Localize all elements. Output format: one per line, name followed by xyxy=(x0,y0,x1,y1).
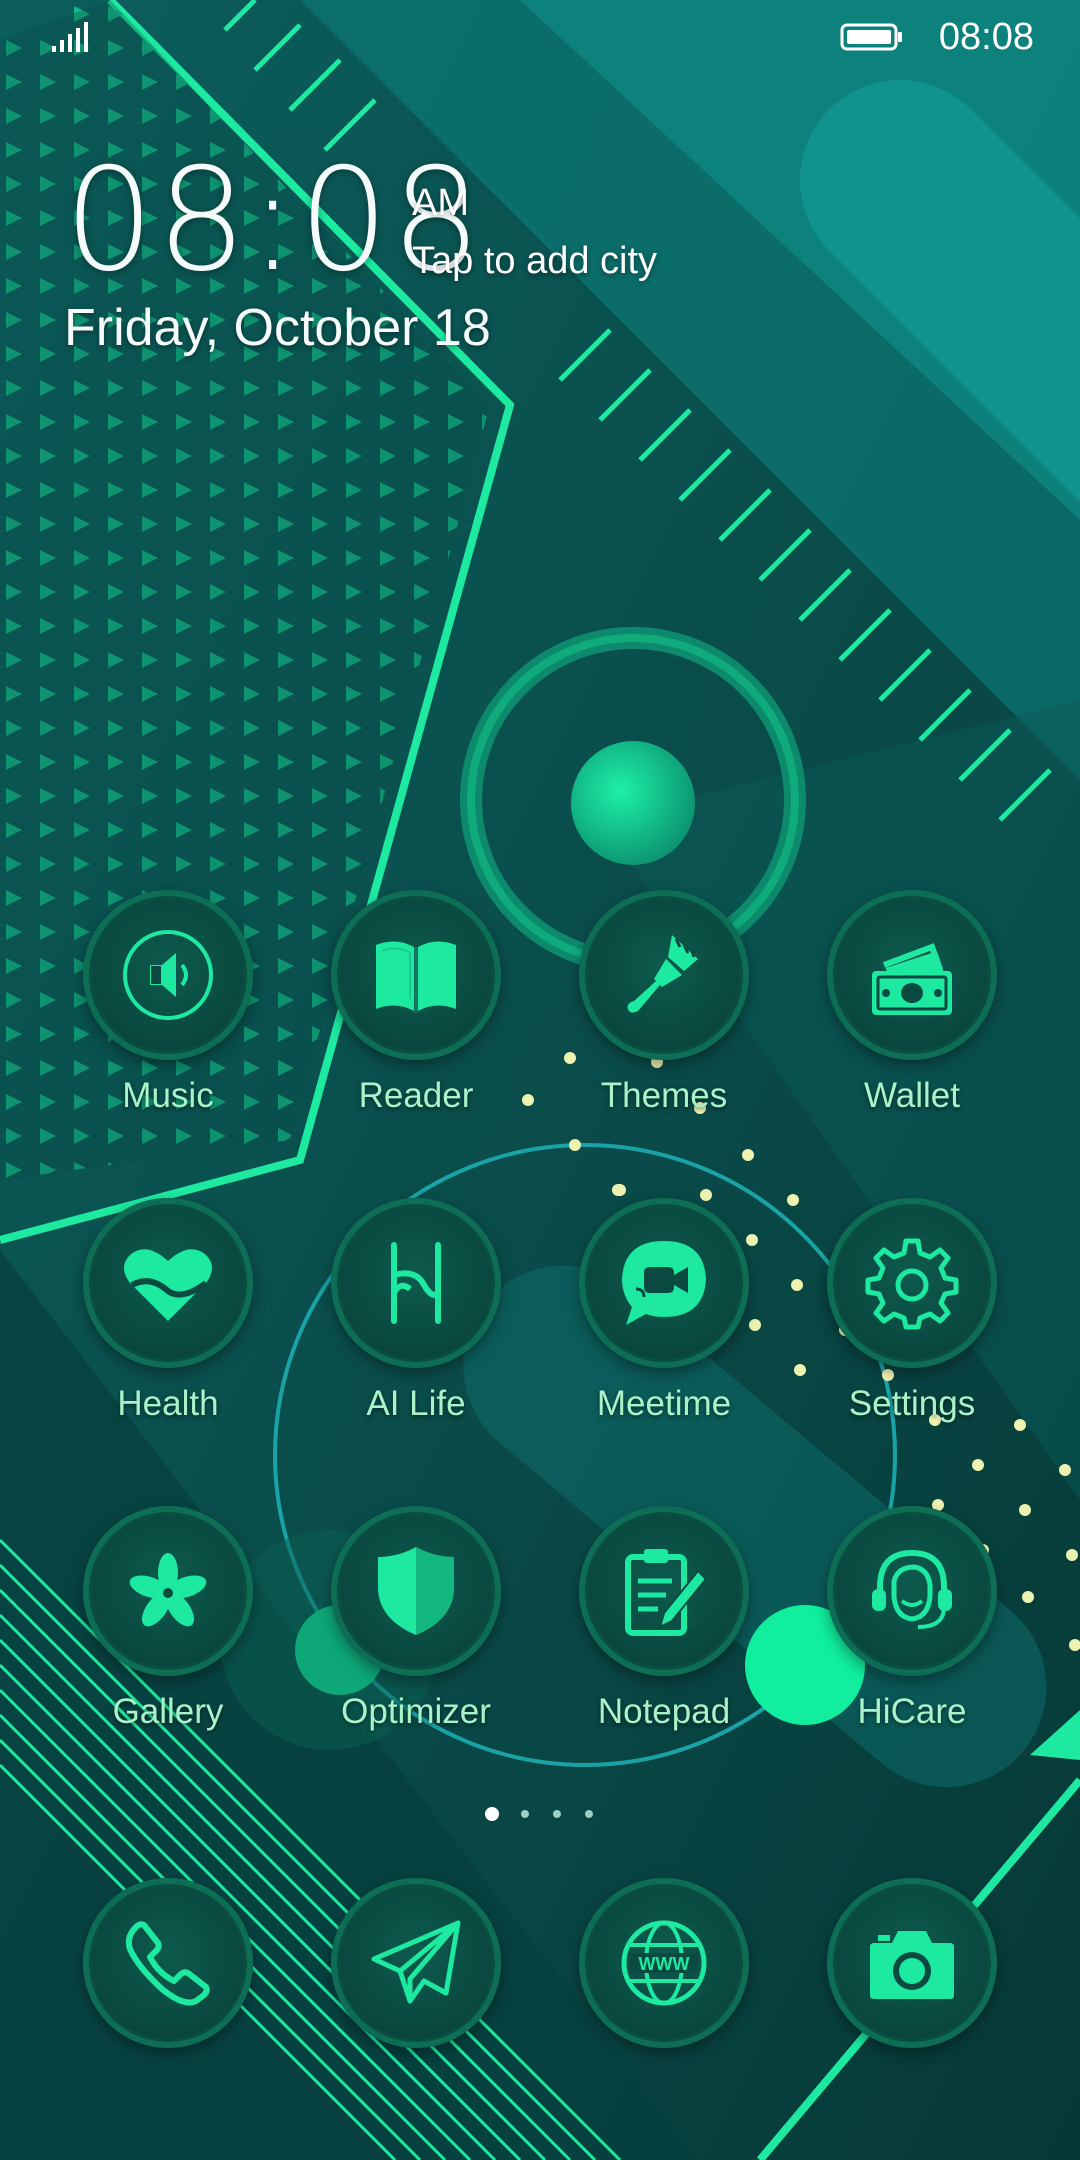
ai-life-icon xyxy=(331,1198,501,1368)
app-reader[interactable]: Reader xyxy=(301,890,521,1150)
page-dot-1[interactable] xyxy=(485,1807,499,1821)
paper-plane-icon xyxy=(331,1878,501,2048)
app-label: Health xyxy=(117,1384,219,1423)
notepad-icon xyxy=(579,1506,749,1676)
paintbrush-icon xyxy=(579,890,749,1060)
add-city-link[interactable]: Tap to add city xyxy=(412,240,657,283)
app-label: Optimizer xyxy=(341,1692,491,1731)
app-notepad[interactable]: Notepad xyxy=(549,1506,769,1766)
page-dot-2[interactable] xyxy=(521,1810,529,1818)
app-settings[interactable]: Settings xyxy=(797,1198,1017,1458)
headset-icon xyxy=(827,1506,997,1676)
app-gallery[interactable]: Gallery xyxy=(53,1506,273,1766)
app-hicare[interactable]: HiCare xyxy=(797,1506,1017,1766)
app-health[interactable]: Health xyxy=(53,1198,273,1458)
app-label: HiCare xyxy=(857,1692,967,1731)
app-label: Reader xyxy=(358,1076,474,1115)
globe-www-icon: WWW xyxy=(579,1878,749,2048)
flower-icon xyxy=(83,1506,253,1676)
app-label: Settings xyxy=(848,1384,976,1423)
camera-icon xyxy=(827,1878,997,2048)
music-speaker-icon xyxy=(83,890,253,1060)
app-optimizer[interactable]: Optimizer xyxy=(301,1506,521,1766)
clock-ampm: AM xyxy=(412,182,469,224)
app-music[interactable]: Music xyxy=(53,890,273,1150)
status-time: 08:08 xyxy=(938,16,1034,58)
dock-camera[interactable] xyxy=(797,1878,1017,2058)
app-label: Notepad xyxy=(597,1692,731,1731)
app-label: Themes xyxy=(600,1076,728,1115)
status-bar: 08:08 xyxy=(0,0,1080,72)
dock-browser[interactable]: WWW xyxy=(549,1878,769,2058)
app-themes[interactable]: Themes xyxy=(549,890,769,1150)
app-label: AI Life xyxy=(366,1384,466,1423)
dock-phone[interactable] xyxy=(53,1878,273,2058)
app-label: Wallet xyxy=(864,1076,960,1115)
heart-icon xyxy=(83,1198,253,1368)
app-meetime[interactable]: Meetime xyxy=(549,1198,769,1458)
app-label: Music xyxy=(122,1076,214,1115)
app-label: Meetime xyxy=(596,1384,732,1423)
battery-icon xyxy=(840,23,902,51)
svg-text:WWW: WWW xyxy=(639,1954,690,1974)
app-wallet[interactable]: Wallet xyxy=(797,890,1017,1150)
wallet-icon xyxy=(827,890,997,1060)
dock-messaging[interactable] xyxy=(301,1878,521,2058)
video-chat-icon xyxy=(579,1198,749,1368)
page-dot-4[interactable] xyxy=(585,1810,593,1818)
shield-icon xyxy=(331,1506,501,1676)
page-dot-3[interactable] xyxy=(553,1810,561,1818)
clock-date[interactable]: Friday, October 18 xyxy=(64,298,491,358)
app-ai-life[interactable]: AI Life xyxy=(301,1198,521,1458)
phone-icon xyxy=(83,1878,253,2048)
page-indicator[interactable] xyxy=(470,1804,610,1824)
gear-icon xyxy=(827,1198,997,1368)
book-icon xyxy=(331,890,501,1060)
signal-icon xyxy=(52,22,88,52)
app-label: Gallery xyxy=(112,1692,224,1731)
